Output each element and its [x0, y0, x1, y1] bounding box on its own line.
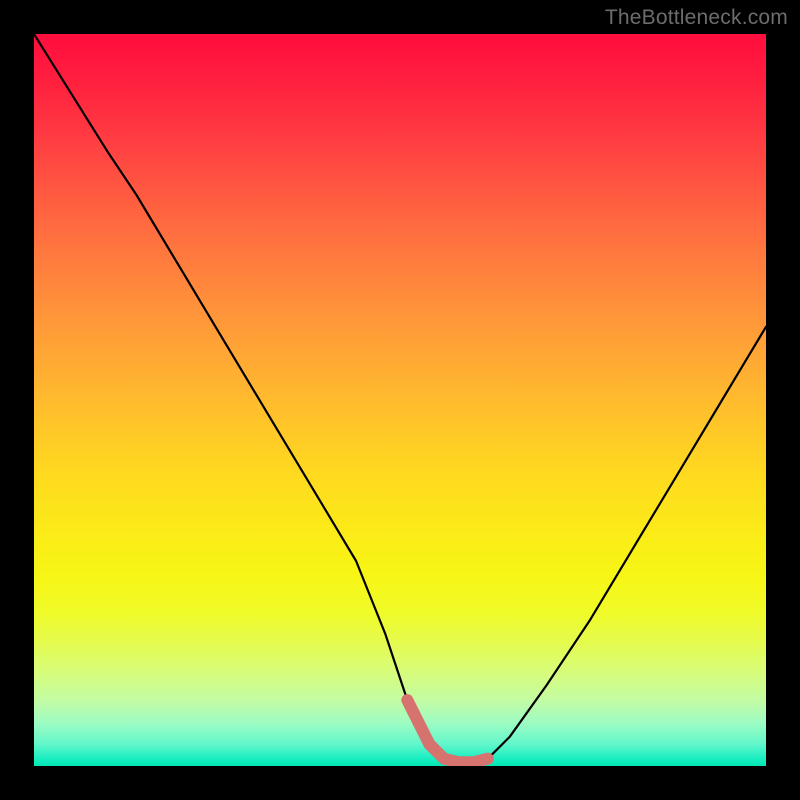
- plot-area: [34, 34, 766, 766]
- highlight-segment: [34, 34, 766, 766]
- watermark-text: TheBottleneck.com: [605, 6, 788, 30]
- chart-frame: TheBottleneck.com: [0, 0, 800, 800]
